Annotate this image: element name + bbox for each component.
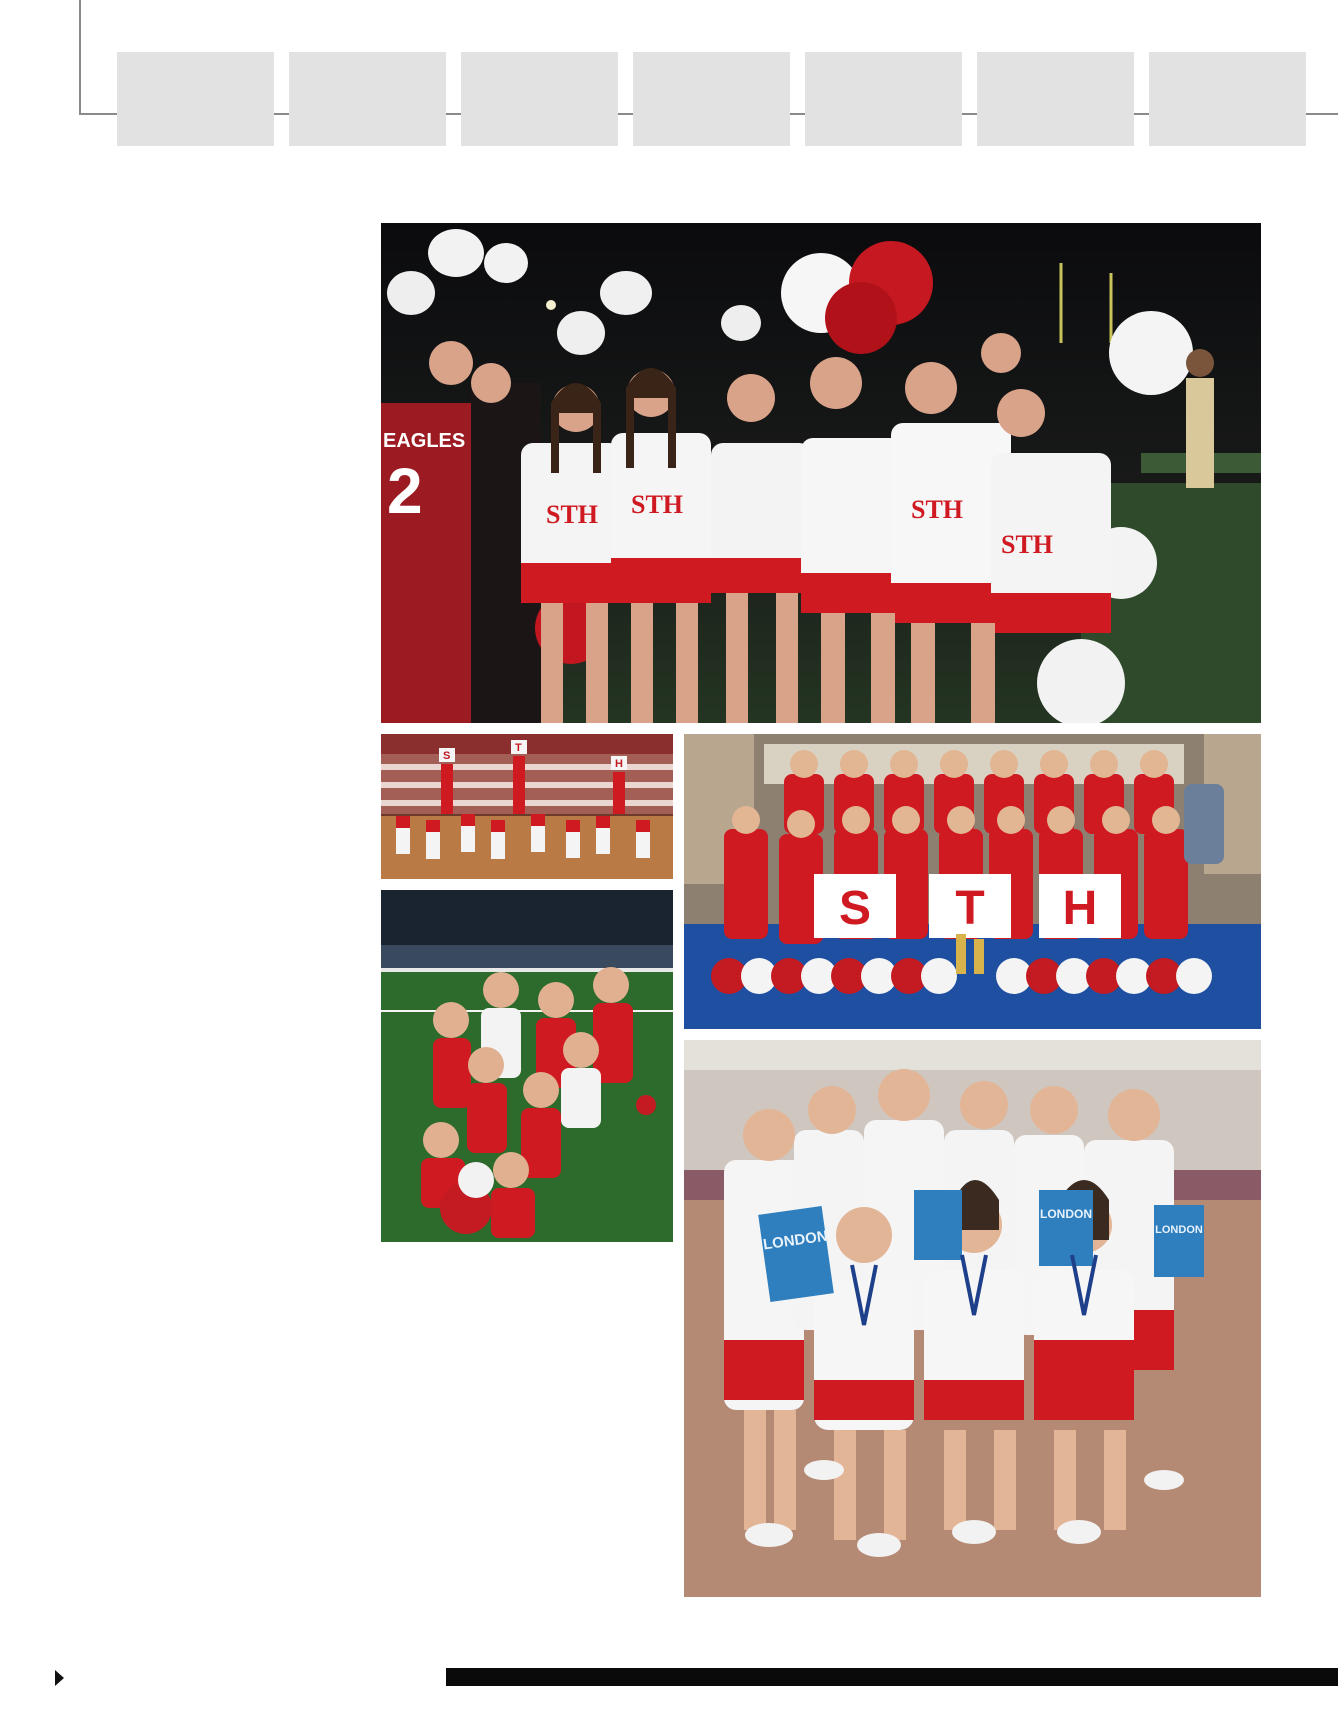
page-nav-arrow-icon[interactable]	[55, 1670, 64, 1686]
svg-text:S: S	[443, 750, 450, 762]
svg-text:STH: STH	[1001, 530, 1053, 559]
photo-gym-stunt-formation: S T H	[381, 734, 673, 879]
photo-stadium-field-group	[381, 890, 673, 1242]
svg-text:STH: STH	[911, 495, 963, 524]
photo-london-medals: LONDON LONDON LONDON	[684, 1040, 1261, 1597]
header-tab-strip	[117, 52, 1338, 146]
svg-text:STH: STH	[631, 490, 683, 519]
svg-text:T: T	[515, 742, 522, 754]
book-text-london-2: LONDON	[1040, 1207, 1092, 1221]
header-tab-3[interactable]	[461, 52, 618, 146]
photo-football-cheer-night: EAGLES 2 STH STH STH STH	[381, 223, 1261, 723]
header-tab-7[interactable]	[1149, 52, 1306, 146]
svg-text:H: H	[615, 758, 623, 770]
photo-team-sth-signs: STH	[684, 734, 1261, 1029]
svg-text:H: H	[1063, 882, 1098, 935]
svg-text:2: 2	[387, 455, 423, 527]
header-tab-5[interactable]	[805, 52, 962, 146]
svg-text:STH: STH	[546, 500, 598, 529]
svg-text:T: T	[955, 882, 984, 935]
svg-text:EAGLES: EAGLES	[383, 430, 465, 452]
book-text-london-3: LONDON	[1155, 1224, 1203, 1236]
svg-text:S: S	[839, 882, 871, 935]
header-tab-6[interactable]	[977, 52, 1134, 146]
header-frame-vertical	[79, 0, 81, 114]
footer-rule	[446, 1668, 1338, 1686]
header-tab-1[interactable]	[117, 52, 274, 146]
header-tab-4[interactable]	[633, 52, 790, 146]
header-tab-2[interactable]	[289, 52, 446, 146]
